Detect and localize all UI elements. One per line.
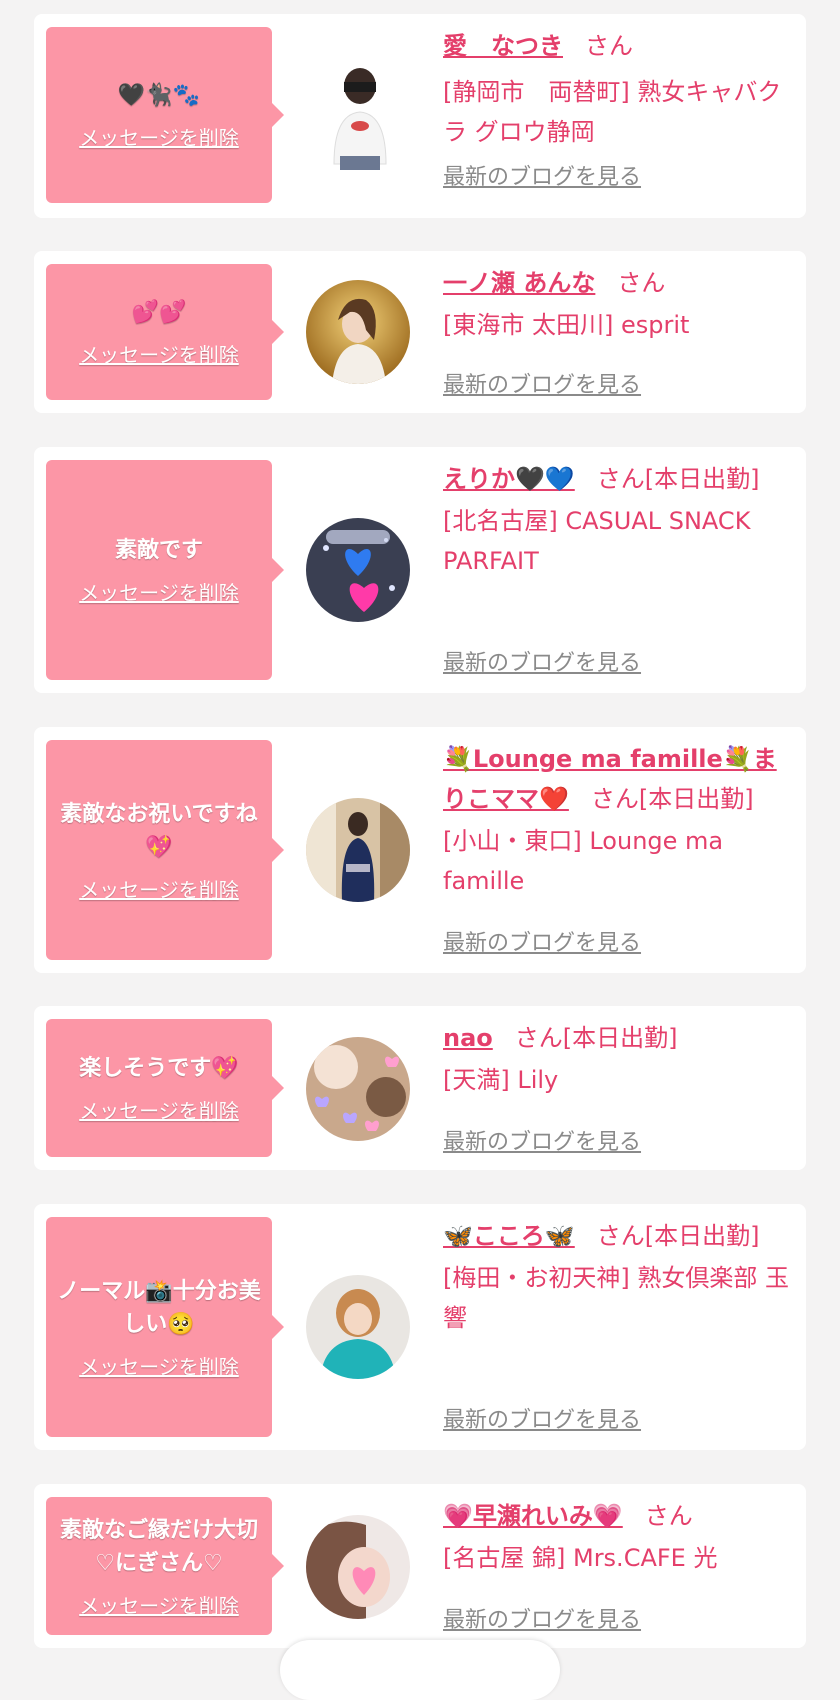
- message-text: 楽しそうです💖: [79, 1056, 239, 1081]
- avatar[interactable]: [306, 798, 410, 902]
- shop-info: [名古屋 錦] Mrs.CAFE 光: [443, 1544, 718, 1572]
- cast-info: 🦋こころ🦋 さん[本日出勤] [梅田・お初天神] 熟女倶楽部 玉響: [443, 1216, 795, 1338]
- message-bubble: 楽しそうです💖 メッセージを削除: [46, 1019, 284, 1157]
- avatar[interactable]: [320, 64, 400, 174]
- honorific: さん: [514, 1024, 563, 1052]
- cast-info: nao さん[本日出勤] [天満] Lily: [443, 1018, 795, 1100]
- delete-message-link[interactable]: メッセージを削除: [79, 122, 239, 151]
- honorific: さん: [590, 785, 639, 813]
- message-bubble: 素敵なお祝いですね💖 メッセージを削除: [46, 740, 284, 960]
- message-bubble: 🖤🐈‍⬛🐾 メッセージを削除: [46, 27, 284, 203]
- status: [本日出勤]: [644, 465, 760, 493]
- message-bubble: 💕💕 メッセージを削除: [46, 264, 284, 400]
- cast-info: えりか🖤💙 さん[本日出勤] [北名古屋] CASUAL SNACK PARFAI…: [443, 459, 795, 581]
- shop-info: [天満] Lily: [443, 1066, 559, 1094]
- message-bubble: 素敵です メッセージを削除: [46, 460, 284, 680]
- status: [本日出勤]: [638, 785, 754, 813]
- delete-message-link[interactable]: メッセージを削除: [79, 874, 239, 903]
- message-bubble: 素敵なご縁だけ大切♡にぎさん♡ メッセージを削除: [46, 1497, 284, 1635]
- shop-info: [北名古屋] CASUAL SNACK PARFAIT: [443, 507, 751, 575]
- bottom-nav-pill[interactable]: [280, 1640, 560, 1700]
- blog-link[interactable]: 最新のブログを見る: [443, 1602, 641, 1634]
- cast-info: 愛 なつき さん [静岡市 両替町] 熟女キャバクラ グロウ静岡: [443, 26, 795, 152]
- cast-name-link[interactable]: nao: [443, 1024, 493, 1052]
- cast-info: 一ノ瀬 あんな さん [東海市 太田川] esprit: [443, 263, 795, 345]
- avatar[interactable]: [306, 1515, 410, 1619]
- cast-name-link[interactable]: 💗早瀬れいみ💗: [443, 1502, 623, 1530]
- message-card: 💕💕 メッセージを削除 一ノ瀬 あんな さん [東海市 太田川] esprit 最…: [34, 251, 806, 413]
- cast-info: 💗早瀬れいみ💗 さん [名古屋 錦] Mrs.CAFE 光: [443, 1496, 795, 1578]
- shop-info: [東海市 太田川] esprit: [443, 311, 690, 339]
- blog-link[interactable]: 最新のブログを見る: [443, 925, 641, 957]
- message-card: 素敵です メッセージを削除 えりか🖤💙 さん[本日出勤] [北名古屋] CASUA…: [34, 447, 806, 693]
- message-card: 素敵なお祝いですね💖 メッセージを削除 💐Lounge ma famille💐ま…: [34, 727, 806, 973]
- avatar[interactable]: [306, 1275, 410, 1379]
- message-card: 🖤🐈‍⬛🐾 メッセージを削除 愛 なつき さん [静岡市 両替町] 熟女キャバクラ…: [34, 14, 806, 218]
- delete-message-link[interactable]: メッセージを削除: [79, 339, 239, 368]
- message-card: ノーマル📸十分お美しい🥺 メッセージを削除 🦋こころ🦋 さん[本日出勤] [梅田・…: [34, 1204, 806, 1450]
- avatar[interactable]: [306, 1037, 410, 1141]
- message-bubble: ノーマル📸十分お美しい🥺 メッセージを削除: [46, 1217, 284, 1437]
- shop-info: [梅田・お初天神] 熟女倶楽部 玉響: [443, 1264, 789, 1332]
- delete-message-link[interactable]: メッセージを削除: [79, 1351, 239, 1380]
- delete-message-link[interactable]: メッセージを削除: [79, 1590, 239, 1619]
- cast-name-link[interactable]: 一ノ瀬 あんな: [443, 269, 595, 297]
- cast-name-link[interactable]: えりか🖤💙: [443, 465, 575, 493]
- cast-info: 💐Lounge ma famille💐まりこママ❤️ さん[本日出勤] [小山・東…: [443, 739, 795, 901]
- shop-info: [小山・東口] Lounge ma famille: [443, 827, 724, 895]
- blog-link[interactable]: 最新のブログを見る: [443, 159, 641, 191]
- message-text: 🖤🐈‍⬛🐾: [117, 83, 201, 108]
- message-text: ノーマル📸十分お美しい🥺: [57, 1278, 261, 1337]
- message-card: 楽しそうです💖 メッセージを削除 nao さん[本日出勤] [天満] Lily 最…: [34, 1006, 806, 1170]
- message-text: 素敵です: [114, 538, 203, 563]
- cast-name-link[interactable]: 🦋こころ🦋: [443, 1222, 575, 1250]
- honorific: さん: [596, 1222, 645, 1250]
- shop-info: [静岡市 両替町] 熟女キャバクラ グロウ静岡: [443, 78, 782, 146]
- status: [本日出勤]: [644, 1222, 760, 1250]
- message-text: 素敵なご縁だけ大切♡にぎさん♡: [59, 1517, 258, 1576]
- avatar[interactable]: [306, 518, 410, 622]
- delete-message-link[interactable]: メッセージを削除: [79, 577, 239, 606]
- blog-link[interactable]: 最新のブログを見る: [443, 645, 641, 677]
- honorific: さん: [596, 465, 645, 493]
- message-card: 素敵なご縁だけ大切♡にぎさん♡ メッセージを削除 💗早瀬れいみ💗 さん [名古屋 …: [34, 1484, 806, 1648]
- cast-name-link[interactable]: 愛 なつき: [443, 32, 563, 60]
- avatar[interactable]: [306, 280, 410, 384]
- blog-link[interactable]: 最新のブログを見る: [443, 1402, 641, 1434]
- status: [本日出勤]: [562, 1024, 678, 1052]
- delete-message-link[interactable]: メッセージを削除: [79, 1095, 239, 1124]
- blog-link[interactable]: 最新のブログを見る: [443, 367, 641, 399]
- honorific: さん: [617, 269, 666, 297]
- blog-link[interactable]: 最新のブログを見る: [443, 1124, 641, 1156]
- honorific: さん: [644, 1502, 693, 1530]
- message-text: 素敵なお祝いですね💖: [60, 801, 258, 860]
- honorific: さん: [585, 32, 633, 60]
- message-text: 💕💕: [131, 300, 187, 325]
